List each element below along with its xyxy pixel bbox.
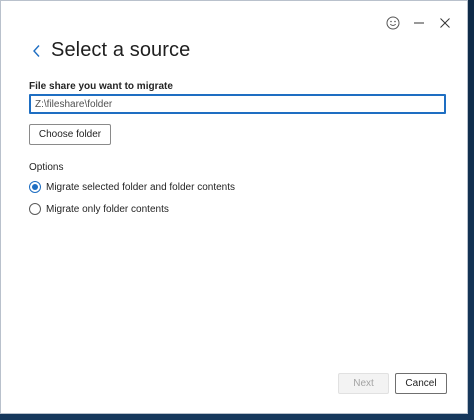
next-button[interactable]: Next — [338, 373, 389, 394]
choose-folder-button[interactable]: Choose folder — [29, 124, 111, 145]
file-share-label: File share you want to migrate — [29, 81, 173, 92]
smiley-icon[interactable] — [385, 15, 401, 31]
desktop-background: Select a source File share you want to m… — [0, 0, 474, 420]
options-label: Options — [29, 162, 64, 173]
radio-button-checked[interactable] — [29, 181, 41, 193]
radio-option-label: Migrate only folder contents — [46, 203, 169, 215]
cancel-button[interactable]: Cancel — [395, 373, 447, 394]
window-controls — [385, 15, 453, 31]
radio-button-unchecked[interactable] — [29, 203, 41, 215]
migration-dialog: Select a source File share you want to m… — [0, 0, 468, 414]
radio-option-label: Migrate selected folder and folder conte… — [46, 181, 235, 193]
dialog-header: Select a source — [29, 39, 190, 62]
page-title: Select a source — [51, 39, 191, 61]
file-share-path-input[interactable] — [29, 94, 446, 114]
minimize-icon[interactable] — [411, 15, 427, 31]
close-icon[interactable] — [437, 15, 453, 31]
chevron-left-icon[interactable] — [29, 40, 43, 62]
radio-option-selected-folder-and-contents[interactable]: Migrate selected folder and folder conte… — [29, 181, 235, 193]
radio-option-folder-contents-only[interactable]: Migrate only folder contents — [29, 203, 169, 215]
